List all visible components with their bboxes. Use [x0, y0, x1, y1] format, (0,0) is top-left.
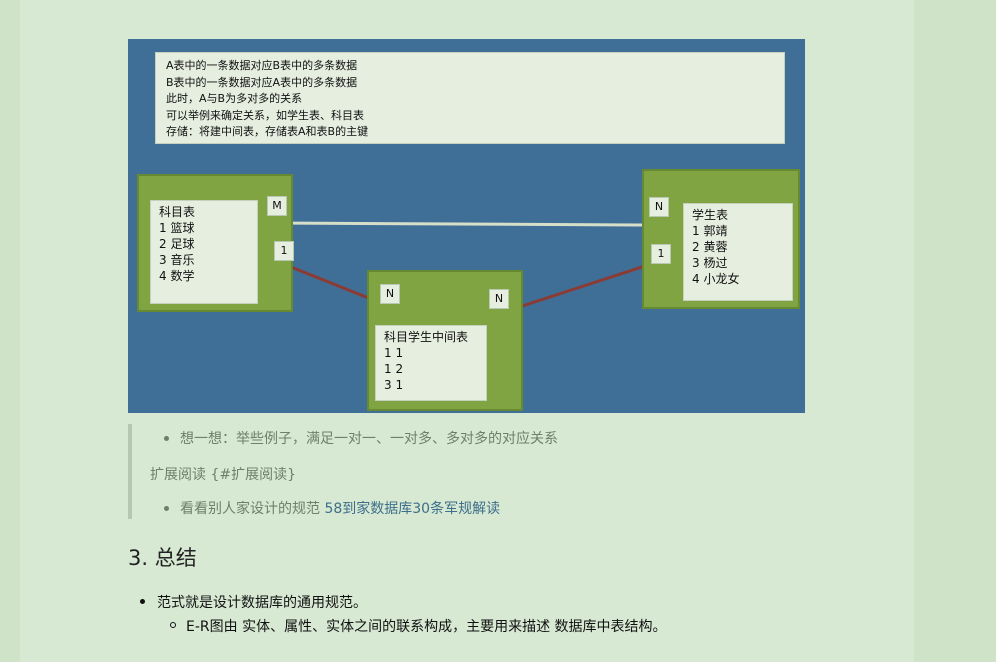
table-row: 3 1	[384, 378, 404, 392]
table-row: 3 杨过	[692, 256, 728, 270]
note-line: 可以举例来确定关系，如学生表、科目表	[166, 108, 364, 122]
cardinality-tag: N	[649, 197, 669, 217]
summary-sub-bullet: E-R图由 实体、属性、实体之间的联系构成，主要用来描述 数据库中表结构。	[186, 619, 667, 635]
table-row: 1 1	[384, 346, 404, 360]
many-to-many-line	[274, 221, 645, 227]
middle-table-content: 科目学生中间表 1 1 1 2 3 1	[375, 325, 487, 401]
blockquote: 想一想：举些例子，满足一对一、一对多、多对多的对应关系 扩展阅读 {#扩展阅读}…	[128, 424, 812, 519]
cardinality-tag: N	[489, 289, 509, 309]
table-title: 科目表	[159, 205, 196, 219]
table-row: 2 黄蓉	[692, 240, 728, 254]
subject-table-content: 科目表 1 篮球 2 足球 3 音乐 4 数学	[150, 200, 258, 304]
section-heading: 3. 总结	[128, 546, 197, 570]
table-row: 1 郭靖	[692, 224, 728, 238]
table-row: 1 篮球	[159, 221, 195, 235]
note-line: A表中的一条数据对应B表中的多条数据	[166, 59, 358, 72]
bullet-dot	[140, 599, 145, 604]
cardinality-tag: N	[380, 284, 400, 304]
reading-link[interactable]: 58到家数据库30条军规解读	[324, 501, 500, 517]
student-table-content: 学生表 1 郭靖 2 黄蓉 3 杨过 4 小龙女	[683, 203, 793, 301]
note-line: B表中的一条数据对应A表中的多条数据	[166, 75, 358, 89]
student-table-entity: 学生表 1 郭靖 2 黄蓉 3 杨过 4 小龙女	[642, 169, 800, 309]
extended-reading-heading: 扩展阅读 {#扩展阅读}	[150, 467, 296, 483]
bullet-dot	[164, 506, 169, 511]
subject-to-middle-line	[290, 265, 377, 303]
note-line: 存储：将建中间表，存储表A和表B的主键	[166, 125, 369, 138]
table-row: 2 足球	[159, 237, 195, 251]
table-row: 1 2	[384, 362, 404, 376]
reading-prefix: 看看别人家设计的规范	[180, 501, 320, 517]
cardinality-tag: M	[267, 196, 287, 216]
table-row: 3 音乐	[159, 253, 195, 267]
quote-item-reading: 看看别人家设计的规范 58到家数据库30条军规解读	[180, 498, 500, 518]
table-title: 科目学生中间表	[384, 330, 469, 344]
cardinality-tag: 1	[274, 241, 294, 261]
subject-table-entity: 科目表 1 篮球 2 足球 3 音乐 4 数学	[137, 174, 293, 312]
summary-bullet: 范式就是设计数据库的通用规范。	[157, 595, 367, 611]
student-to-middle-line	[512, 263, 649, 311]
cardinality-tag: 1	[651, 244, 671, 264]
table-row: 4 小龙女	[692, 272, 740, 286]
table-title: 学生表	[692, 208, 729, 222]
bullet-dot	[164, 436, 169, 441]
er-diagram-image: A表中的一条数据对应B表中的多条数据 B表中的一条数据对应A表中的多条数据 此时…	[128, 39, 805, 413]
sub-bullet-circle	[170, 622, 176, 628]
table-row: 4 数学	[159, 269, 195, 283]
note-line: 此时，A与B为多对多的关系	[166, 92, 303, 105]
relation-note-box: A表中的一条数据对应B表中的多条数据 B表中的一条数据对应A表中的多条数据 此时…	[155, 52, 785, 144]
quote-item-think: 想一想：举些例子，满足一对一、一对多、多对多的对应关系	[180, 431, 558, 447]
